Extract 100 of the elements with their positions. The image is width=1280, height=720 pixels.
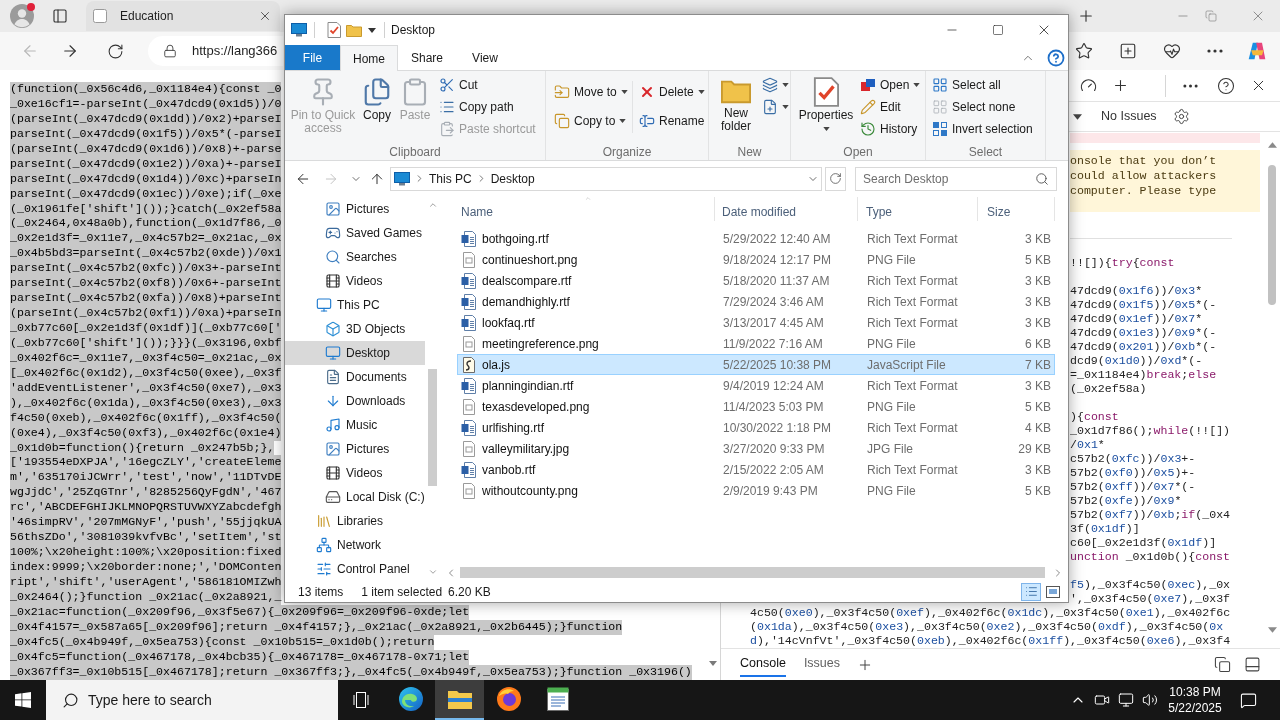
file-date: 11/9/2022 7:16 AM: [723, 336, 823, 351]
document-icon: [325, 369, 341, 385]
column-header[interactable]: Size: [978, 197, 1055, 221]
address-bar[interactable]: https://lang366: [148, 36, 283, 66]
invert-selection-button[interactable]: Invert selection: [932, 118, 1033, 140]
breadcrumb-item[interactable]: This PC: [429, 169, 472, 188]
nav-pane-item[interactable]: Saved Games: [285, 221, 425, 245]
task-view-icon: [352, 692, 370, 708]
nav-pane-item[interactable]: Videos: [285, 461, 425, 485]
file-row[interactable]: withoutcounty.png 2/9/2019 9:43 PM PNG File 5 KB: [457, 480, 1055, 501]
ribbon-tab[interactable]: Home: [340, 45, 398, 71]
page-icon: [93, 9, 107, 23]
search-field[interactable]: Search Desktop: [855, 166, 1057, 191]
file-row[interactable]: dealscompare.rtf 5/18/2020 11:37 AM Rich Text Format 3 KB: [457, 270, 1055, 291]
file-name: withoutcounty.png: [482, 482, 578, 500]
nav-pane-item[interactable]: This PC: [285, 293, 425, 317]
file-row[interactable]: texasdeveloped.png 11/4/2023 5:03 PM PNG File 5 KB: [457, 396, 1055, 417]
file-menu-tab[interactable]: File: [285, 45, 340, 70]
file-row[interactable]: planningindian.rtf 9/4/2019 12:24 AM Rich Text Format 3 KB: [457, 375, 1055, 396]
nav-pane-item[interactable]: Documents: [285, 365, 425, 389]
image-file-icon: [461, 335, 477, 352]
breadcrumb-item[interactable]: Desktop: [490, 169, 535, 188]
copy-to-button[interactable]: Copy to: [554, 109, 632, 133]
open-button[interactable]: Open: [860, 74, 921, 96]
nav-pane-item[interactable]: 3D Objects: [285, 317, 425, 341]
taskbar-app-button[interactable]: [435, 680, 484, 720]
file-row[interactable]: demandhighly.rtf 7/29/2024 3:46 AM Rich Text Format 3 KB: [457, 291, 1055, 312]
console-code-line: 47dcd9(0x1f5))/0x5*(-: [1070, 298, 1217, 312]
details-view-button[interactable]: [1021, 582, 1041, 601]
drawer-tab[interactable]: Console: [740, 652, 786, 677]
file-date: 2/15/2022 2:05 AM: [723, 462, 824, 477]
nav-pane-item[interactable]: Music: [285, 413, 425, 437]
folder-icon[interactable]: [346, 23, 362, 37]
drawer-tab[interactable]: Issues: [803, 652, 840, 677]
file-size: 3 KB: [1025, 230, 1051, 248]
file-type: Rich Text Format: [867, 273, 958, 288]
file-row[interactable]: valleymilitary.jpg 3/27/2020 9:33 PM JPG File 29 KB: [457, 438, 1055, 459]
file-name: ola.js: [482, 356, 510, 374]
dropdown-triangle-icon[interactable]: [1073, 113, 1082, 120]
select-none-button[interactable]: Select none: [932, 96, 1033, 118]
ribbon-group-label: Organize: [602, 143, 652, 161]
file-name: texasdeveloped.png: [482, 398, 590, 416]
address-field[interactable]: This PC Desktop: [390, 166, 822, 191]
copy-path-button[interactable]: Copy path: [439, 96, 536, 118]
scroll-down-arrow-icon[interactable]: [1267, 627, 1277, 633]
speaker-icon: [1142, 692, 1158, 708]
file-row[interactable]: ola.js 5/22/2025 10:38 PM JavaScript File 7 KB: [457, 354, 1055, 375]
nav-pane-item[interactable]: Desktop: [285, 341, 425, 365]
document-file-icon: [461, 377, 477, 394]
scroll-down-arrow-icon[interactable]: [708, 661, 717, 666]
file-type: JavaScript File: [867, 357, 946, 372]
file-row[interactable]: urlfishing.rtf 10/30/2022 1:18 PM Rich Text Format 4 KB: [457, 417, 1055, 438]
browser-tab[interactable]: Education: [86, 1, 280, 31]
column-header[interactable]: Date modified: [715, 197, 858, 221]
rename-button[interactable]: Rename: [639, 109, 705, 133]
file-row[interactable]: vanbob.rtf 2/15/2022 2:05 AM Rich Text Format 3 KB: [457, 459, 1055, 480]
nav-pane-item[interactable]: Videos: [285, 269, 425, 293]
select-all-button[interactable]: Select all: [932, 74, 1033, 96]
file-row[interactable]: meetingreference.png 11/9/2022 7:16 AM PNG File 6 KB: [457, 333, 1055, 354]
help-icon[interactable]: [1047, 48, 1065, 67]
nav-pane-item[interactable]: Network: [285, 533, 425, 557]
overlapping-squares-icon[interactable]: [1214, 656, 1231, 673]
new-folder-button[interactable]: New folder: [714, 71, 758, 133]
file-row[interactable]: continueshort.png 9/18/2024 12:17 PM PNG File 5 KB: [457, 249, 1055, 270]
clock[interactable]: 10:38 PM 5/22/2025: [1162, 680, 1228, 720]
column-header[interactable]: Type: [858, 197, 978, 221]
scroll-up-arrow-icon[interactable]: [1267, 142, 1277, 148]
search-field[interactable]: Type here to search: [46, 680, 338, 720]
console-code-line: 47dcd9(0x1e3))/0x9*(-: [1070, 326, 1217, 340]
properties-button[interactable]: Properties: [795, 71, 857, 131]
column-header[interactable]: Name: [445, 197, 715, 221]
delete-button[interactable]: Delete: [639, 80, 705, 104]
checked-document-icon[interactable]: [327, 22, 341, 38]
nav-pane-item[interactable]: Pictures: [285, 197, 425, 221]
issues-counter[interactable]: No Issues: [1101, 107, 1157, 126]
move-to-button[interactable]: Move to: [554, 80, 632, 104]
file-row[interactable]: lookfaq.rtf 3/13/2017 4:45 AM Rich Text Format 3 KB: [457, 312, 1055, 333]
monitor-icon[interactable]: [291, 23, 307, 37]
file-name: demandhighly.rtf: [482, 293, 570, 311]
file-row[interactable]: bothgoing.rtf 5/29/2022 12:40 AM Rich Text Format 3 KB: [457, 228, 1055, 249]
scrollbar-thumb[interactable]: [428, 369, 437, 486]
monitor-icon: [325, 345, 341, 361]
speech-bubble-icon: [1239, 691, 1257, 709]
nav-pane-item[interactable]: Searches: [285, 245, 425, 269]
scrollbar-thumb[interactable]: [1268, 165, 1276, 305]
copy-button[interactable]: Copy: [359, 71, 395, 122]
settings-icon[interactable]: [1172, 108, 1190, 125]
nav-pane-item[interactable]: Control Panel: [285, 557, 425, 581]
nav-pane-item[interactable]: Downloads: [285, 389, 425, 413]
browser-icon: [398, 687, 423, 711]
panel-icon[interactable]: [1244, 656, 1261, 673]
cut-button[interactable]: Cut: [439, 74, 536, 96]
edit-button[interactable]: Edit: [860, 96, 921, 118]
nav-pane-item[interactable]: Pictures: [285, 437, 425, 461]
profile-avatar-icon[interactable]: [10, 4, 34, 28]
scrollbar-thumb[interactable]: [460, 567, 1045, 578]
file-type: Rich Text Format: [867, 294, 958, 309]
history-button[interactable]: History: [860, 118, 921, 140]
nav-pane-item[interactable]: Libraries: [285, 509, 425, 533]
nav-pane-item[interactable]: Local Disk (C:): [285, 485, 425, 509]
